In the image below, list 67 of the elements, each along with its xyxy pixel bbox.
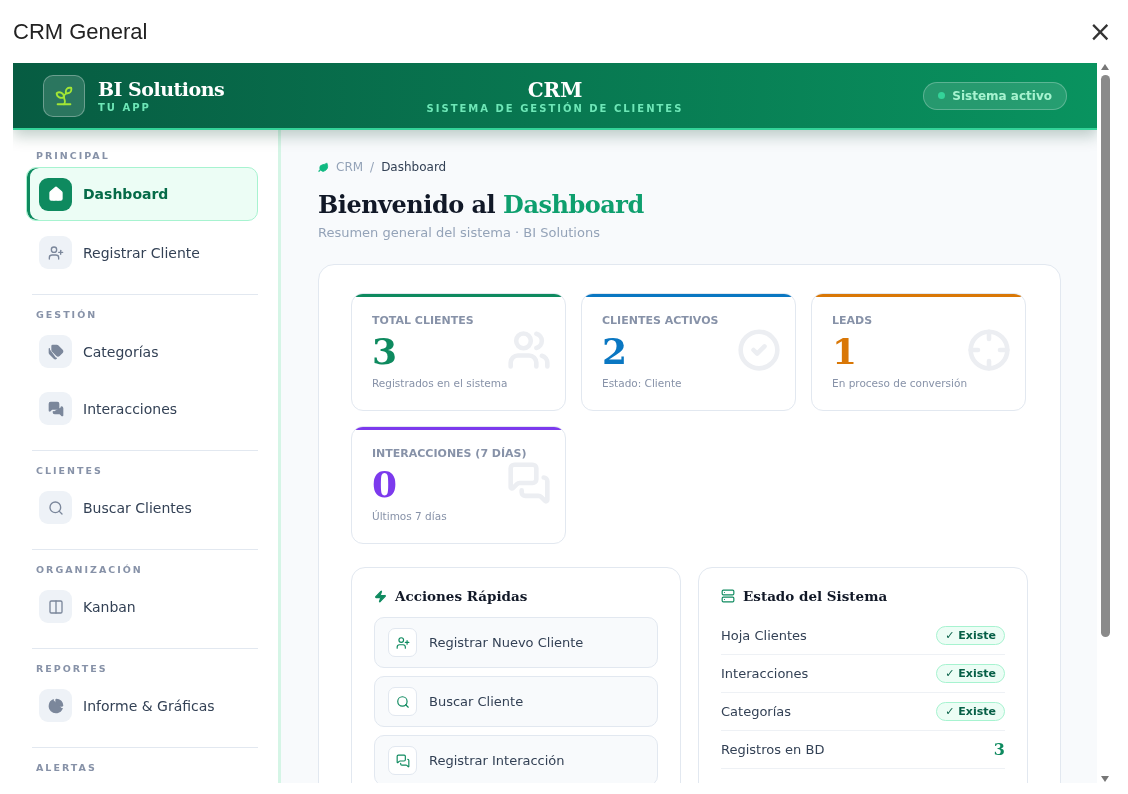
card-title: Estado del Sistema [721, 588, 1005, 604]
record-count: 3 [993, 740, 1005, 759]
leaf-icon [318, 161, 329, 173]
scrollbar[interactable] [1098, 63, 1112, 783]
section-label: ORGANIZACIÓN [36, 564, 144, 575]
sidebar-item[interactable]: Categorías [32, 326, 258, 377]
breadcrumb-item: Dashboard [381, 160, 447, 174]
brand-subtitle: TU APP [98, 102, 152, 113]
stat-note: En proceso de conversión [832, 377, 969, 389]
columns-icon [39, 590, 72, 623]
sidebar-item[interactable]: Registrar Cliente [32, 227, 258, 278]
sidebar-item[interactable]: Buscar Clientes [32, 482, 258, 533]
section-label: REPORTES [36, 663, 109, 674]
lightning-icon [374, 589, 387, 603]
stat-label: CLIENTES ACTIVOS [602, 314, 720, 327]
scroll-up-icon[interactable] [1100, 63, 1110, 71]
page-heading: Bienvenido al Dashboard [318, 190, 645, 219]
chat-bubbles-icon [39, 392, 72, 425]
scroll-down-icon[interactable] [1100, 775, 1110, 783]
stat-label: INTERACCIONES (7 DÍAS) [372, 447, 528, 460]
action-button[interactable]: Registrar Nuevo Cliente [374, 617, 658, 668]
action-button[interactable]: Buscar Cliente [374, 676, 658, 727]
status-badge: ✓ Existe [936, 626, 1005, 645]
header-subtitle: SISTEMA DE GESTIÓN DE CLIENTES [426, 102, 684, 114]
tags-icon [39, 335, 72, 368]
status-label: Interacciones [721, 666, 809, 681]
home-icon [39, 177, 72, 211]
stat-note: Registrados en el sistema [372, 377, 509, 389]
stat-label: TOTAL CLIENTES [372, 314, 475, 327]
stat-value: 3 [372, 329, 398, 373]
stat-label: LEADS [832, 314, 874, 327]
status-label: Hoja Clientes [721, 628, 807, 643]
sidebar-item[interactable]: Dashboard [26, 167, 258, 221]
chat-bubbles-icon [388, 746, 417, 775]
header-title: CRM [526, 77, 584, 102]
user-plus-icon [39, 236, 72, 269]
stat-value: 1 [832, 329, 858, 373]
window-title: CRM General [13, 18, 148, 45]
status-label: Categorías [721, 704, 792, 719]
server-icon [721, 589, 735, 603]
sidebar-item[interactable]: Kanban [32, 581, 258, 632]
status-dot-icon [938, 92, 946, 99]
close-button[interactable]: × [1086, 17, 1114, 46]
stat-note: Estado: Cliente [602, 377, 683, 389]
status-badge: ✓ Existe [936, 664, 1005, 683]
sprout-logo-icon [43, 74, 85, 117]
status-badge: ✓ Existe [936, 702, 1005, 721]
stat-value: 2 [602, 329, 628, 373]
status-pill: Sistema activo [923, 81, 1067, 110]
user-plus-icon [388, 628, 417, 657]
stat-note: Últimos 7 días [372, 510, 448, 522]
search-icon [39, 491, 72, 524]
breadcrumb-separator: / [370, 160, 375, 174]
action-button[interactable]: Registrar Interacción [374, 735, 658, 783]
card-title: Acciones Rápidas [374, 588, 658, 604]
section-label: ALERTAS [36, 762, 98, 773]
sidebar-item[interactable]: Interacciones [32, 383, 258, 434]
section-label: CLIENTES [36, 465, 104, 476]
stat-value: 0 [372, 462, 398, 506]
section-label: GESTIÓN [36, 309, 99, 320]
pie-chart-icon [39, 689, 72, 722]
search-icon [388, 687, 417, 716]
section-label: PRINCIPAL [36, 150, 111, 161]
sidebar-item[interactable]: Informe & Gráficas [32, 680, 258, 731]
brand-name: BI Solutions [98, 78, 225, 100]
status-label: Registros en BD [721, 742, 825, 757]
page-subtitle: Resumen general del sistema · BI Solutions [318, 225, 601, 240]
